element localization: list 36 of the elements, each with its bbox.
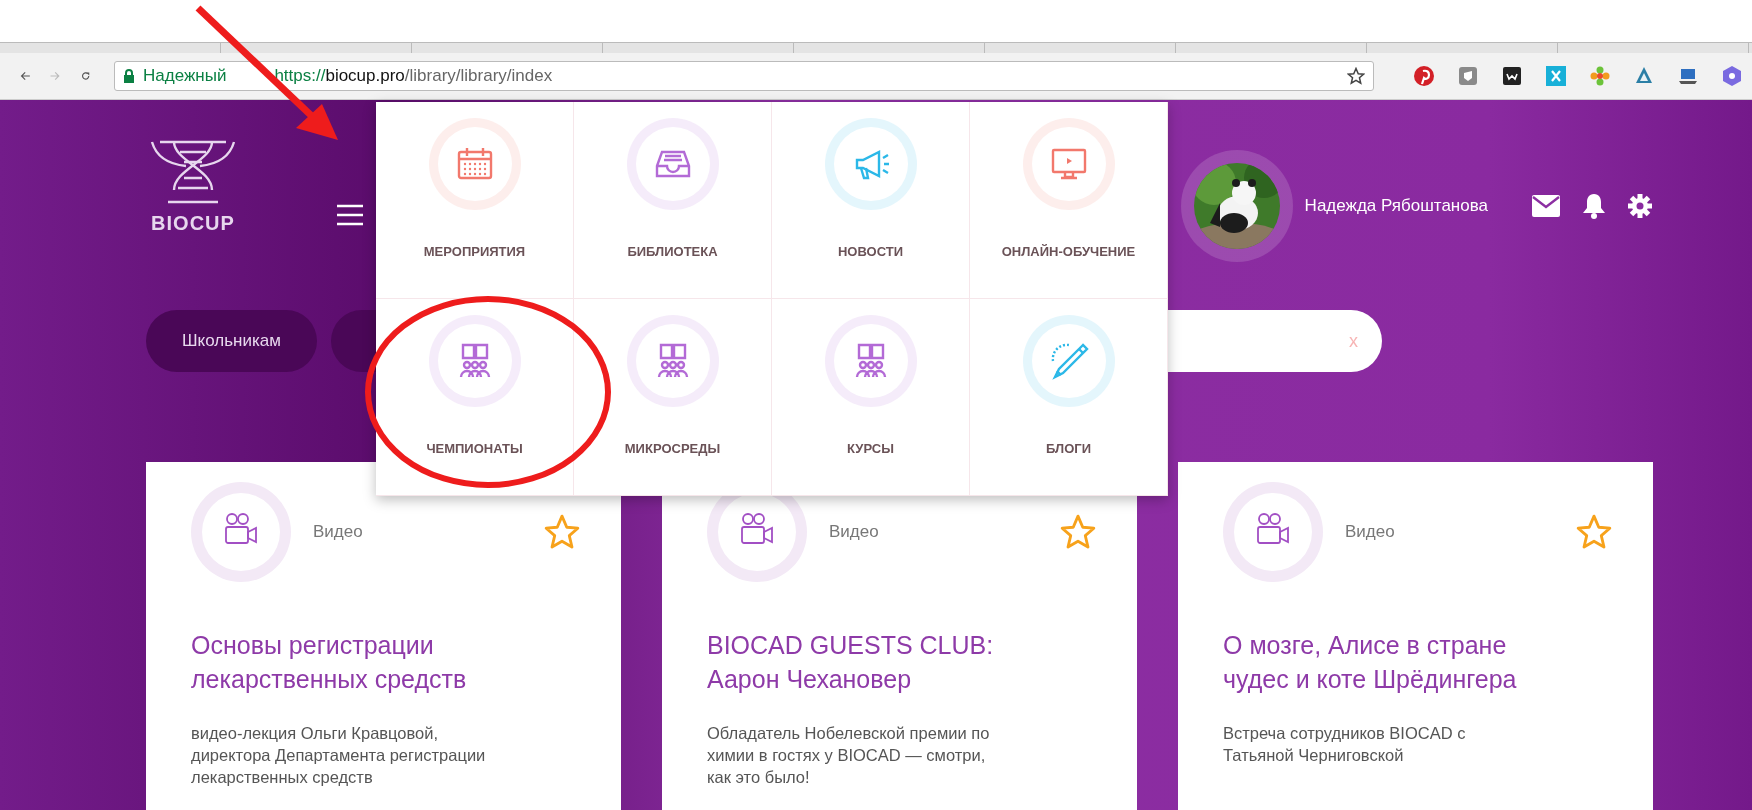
card-description: Встреча сотрудников BIOCAD с Татьяной Черниговской — [1223, 723, 1467, 766]
menu-item[interactable]: МЕРОПРИЯТИЯ — [376, 102, 574, 299]
logo-text: BIOCUP — [151, 212, 235, 235]
menu-item[interactable]: НОВОСТИ — [772, 102, 970, 299]
menu-icon[interactable] — [336, 204, 364, 226]
lock-icon — [123, 69, 135, 83]
bookmark-star-icon[interactable] — [1347, 67, 1365, 85]
secure-label: Надежный — [143, 66, 227, 86]
address-bar[interactable]: Надежный https://biocup.pro/library/library/index — [114, 61, 1374, 91]
mail-icon[interactable] — [1532, 195, 1560, 217]
menu-item[interactable]: ОНЛАЙН-ОБУЧЕНИЕ — [970, 102, 1168, 299]
content-card[interactable]: Видео О мозге, Алисе в стране чудес и коте Шрёдингера Встреча сотрудников BIOCAD с Татьяной Черниговской — [1178, 462, 1653, 810]
menu-item[interactable]: БЛОГИ — [970, 299, 1168, 496]
menu-item[interactable]: ЧЕМПИОНАТЫ — [376, 299, 574, 496]
content-type-label: Видео — [1345, 522, 1396, 542]
extension-icon[interactable] — [1502, 66, 1522, 86]
favorite-star-icon[interactable] — [1059, 513, 1097, 551]
user-name[interactable]: Надежда Рябоштанова — [1304, 196, 1488, 216]
card-description: видео-лекция Ольги Кравцовой, директора Департамента регистрации лекарственных средств — [191, 723, 487, 788]
filter-pill[interactable]: Школьникам — [146, 310, 317, 372]
content-type-label: Видео — [829, 522, 880, 542]
card-title[interactable]: Основы регистрации лекарственных средств — [191, 628, 491, 696]
content-card[interactable]: Видео Основы регистрации лекарственных средств видео-лекция Ольги Кравцовой, директора Департамента регистрации лекарственных средств — [146, 462, 621, 810]
menu-item[interactable]: БИБЛИОТЕКА — [574, 102, 772, 299]
menu-item[interactable]: МИКРОСРЕДЫ — [574, 299, 772, 496]
content-type-label: Видео — [313, 522, 364, 542]
url-text: https://biocup.pro/library/library/index — [274, 66, 553, 86]
card-description: Обладатель Нобелевской премии по химии в гостях у BIOCAD — смотри, как это было! — [707, 723, 991, 788]
favorite-star-icon[interactable] — [1575, 513, 1613, 551]
card-title[interactable]: BIOCAD GUESTS CLUB: Аарон Чехановер — [707, 628, 1007, 696]
extension-icon[interactable] — [1678, 66, 1698, 86]
notification-bell-icon[interactable] — [1582, 193, 1606, 219]
favorite-star-icon[interactable] — [543, 513, 581, 551]
card-title[interactable]: О мозге, Алисе в стране чудес и коте Шрёдингера — [1223, 628, 1523, 696]
menu-item[interactable]: КУРСЫ — [772, 299, 970, 496]
settings-icon[interactable] — [1628, 194, 1652, 218]
